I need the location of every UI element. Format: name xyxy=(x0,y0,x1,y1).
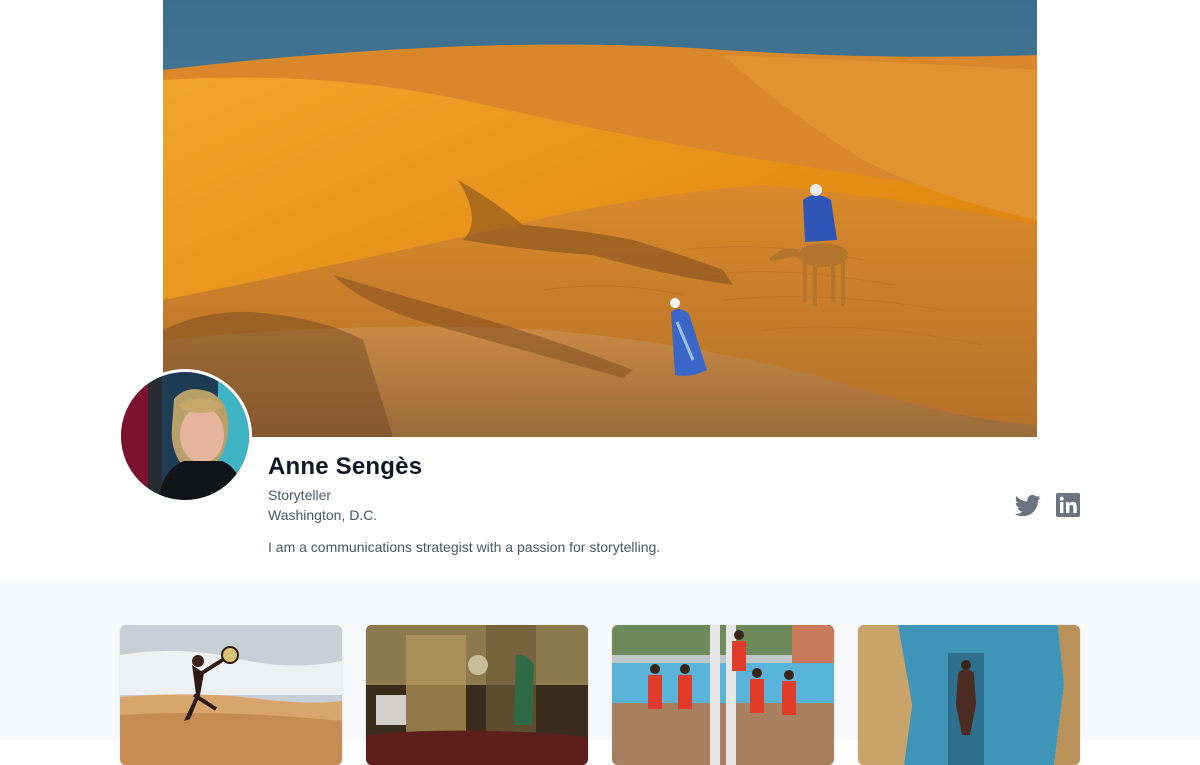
profile-title: Storyteller xyxy=(268,487,332,503)
profile-bio: I am a communications strategist with a … xyxy=(268,539,661,555)
profile-name: Anne Sengès xyxy=(268,453,423,480)
gallery-card[interactable] xyxy=(366,625,588,765)
gallery-card[interactable] xyxy=(120,625,342,765)
gallery-section xyxy=(0,581,1200,765)
twitter-link[interactable] xyxy=(1015,492,1041,518)
twitter-icon xyxy=(1015,492,1041,518)
linkedin-link[interactable] xyxy=(1056,492,1080,518)
cover-photo[interactable] xyxy=(163,0,1037,437)
gallery-card[interactable] xyxy=(612,625,834,765)
avatar[interactable] xyxy=(118,369,252,503)
profile-location: Washington, D.C. xyxy=(268,507,378,523)
linkedin-icon xyxy=(1056,492,1080,518)
gallery-card[interactable] xyxy=(858,625,1080,765)
